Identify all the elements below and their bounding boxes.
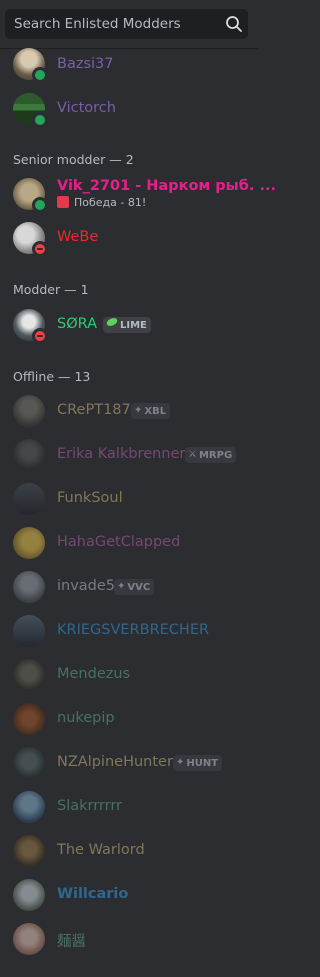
avatar <box>13 703 45 735</box>
activity-text: Победа - 81! <box>74 196 147 209</box>
avatar <box>13 395 45 427</box>
status-dnd-icon <box>32 241 48 257</box>
member-name: KRIEGSVERBRECHER <box>57 622 210 638</box>
member-item[interactable]: Slakrrrrrr <box>0 785 258 829</box>
member-name: NZAlpineHunter <box>57 754 173 770</box>
member-name: 麺醤 <box>57 934 86 950</box>
member-name: Vik_2701 - Нарком рыб. ... <box>57 178 277 194</box>
avatar <box>13 659 45 691</box>
server-tag: ✦ XBL <box>131 403 171 419</box>
avatar <box>13 527 45 559</box>
member-item[interactable]: invade5 ✦ VVC <box>0 565 258 609</box>
member-item[interactable]: KRIEGSVERBRECHER <box>0 609 258 653</box>
avatar <box>13 309 48 344</box>
server-tag: ✦ VVC <box>114 579 155 595</box>
avatar <box>13 483 45 515</box>
member-item[interactable]: Mendezus <box>0 653 258 697</box>
member-name: Bazsi37 <box>57 56 114 72</box>
avatar <box>13 93 48 128</box>
member-name: FunkSoul <box>57 490 123 506</box>
avatar <box>13 879 45 911</box>
server-tag-label: XBL <box>144 406 167 417</box>
server-tag: LIME <box>103 317 151 333</box>
member-name: invade5 <box>57 578 116 594</box>
sparkle-icon: ✦ <box>134 405 143 416</box>
member-item[interactable]: HahaGetClapped <box>0 521 258 565</box>
role-header-modder: Modder — 1 <box>13 282 89 297</box>
search-input[interactable]: Search Enlisted Modders <box>5 9 248 39</box>
member-activity: Победа - 81! <box>57 196 146 209</box>
role-header-offline: Offline — 13 <box>13 369 91 384</box>
avatar <box>13 48 48 83</box>
game-icon <box>57 196 69 208</box>
sparkle-icon: ✦ <box>117 581 126 592</box>
member-item[interactable]: Vik_2701 - Нарком рыб. ... Победа - 81! <box>0 172 276 216</box>
status-online-icon <box>32 67 48 83</box>
member-name: HahaGetClapped <box>57 534 181 550</box>
avatar <box>13 615 45 647</box>
member-name: Willcario <box>57 886 129 902</box>
member-name: WeBe <box>57 229 99 245</box>
member-name: nukepip <box>57 710 115 726</box>
server-tag-label: VVC <box>127 582 151 593</box>
sword-icon: ⚔ <box>188 449 197 460</box>
avatar <box>13 923 45 955</box>
status-online-icon <box>32 112 48 128</box>
member-name: Victorch <box>57 100 116 116</box>
member-item[interactable]: The Warlord <box>0 829 258 873</box>
member-name: Slakrrrrrr <box>57 798 123 814</box>
member-item[interactable]: WeBe <box>0 216 258 260</box>
member-name: CRePT187 <box>57 402 131 418</box>
server-tag-label: LIME <box>120 320 147 331</box>
server-tag-label: HUNT <box>186 758 219 769</box>
search-icon[interactable] <box>225 15 243 33</box>
search-placeholder: Search Enlisted Modders <box>14 16 181 32</box>
avatar <box>13 222 48 257</box>
member-item[interactable]: CRePT187 ✦ XBL <box>0 389 258 433</box>
server-tag: ⚔ MRPG <box>185 447 237 463</box>
avatar <box>13 747 45 779</box>
member-item[interactable]: FunkSoul <box>0 477 258 521</box>
member-item[interactable]: Willcario <box>0 873 258 917</box>
avatar <box>13 178 48 213</box>
avatar <box>13 571 45 603</box>
member-item[interactable]: Erika Kalkbrenner ⚔ MRPG <box>0 433 258 477</box>
status-online-icon <box>32 197 48 213</box>
sparkle-icon: ✦ <box>176 757 185 768</box>
member-item[interactable]: nukepip <box>0 697 258 741</box>
member-name: Erika Kalkbrenner <box>57 446 186 462</box>
member-item[interactable]: 麺醤 <box>0 917 258 961</box>
search-bar-container: Search Enlisted Modders <box>0 0 258 49</box>
server-tag: ✦ HUNT <box>173 755 223 771</box>
member-item[interactable]: SØRA LIME <box>0 303 258 347</box>
member-name: Mendezus <box>57 666 131 682</box>
member-name: The Warlord <box>57 842 145 858</box>
server-tag-label: MRPG <box>198 450 233 461</box>
member-name: SØRA <box>57 316 98 332</box>
status-dnd-icon <box>32 328 48 344</box>
role-header-senior-modder: Senior modder — 2 <box>13 152 134 167</box>
avatar <box>13 835 45 867</box>
avatar <box>13 439 45 471</box>
lime-leaf-icon <box>106 317 118 333</box>
member-item[interactable]: Bazsi37 <box>0 43 258 87</box>
member-item[interactable]: NZAlpineHunter ✦ HUNT <box>0 741 258 785</box>
member-item[interactable]: Victorch <box>0 87 258 131</box>
avatar <box>13 791 45 823</box>
